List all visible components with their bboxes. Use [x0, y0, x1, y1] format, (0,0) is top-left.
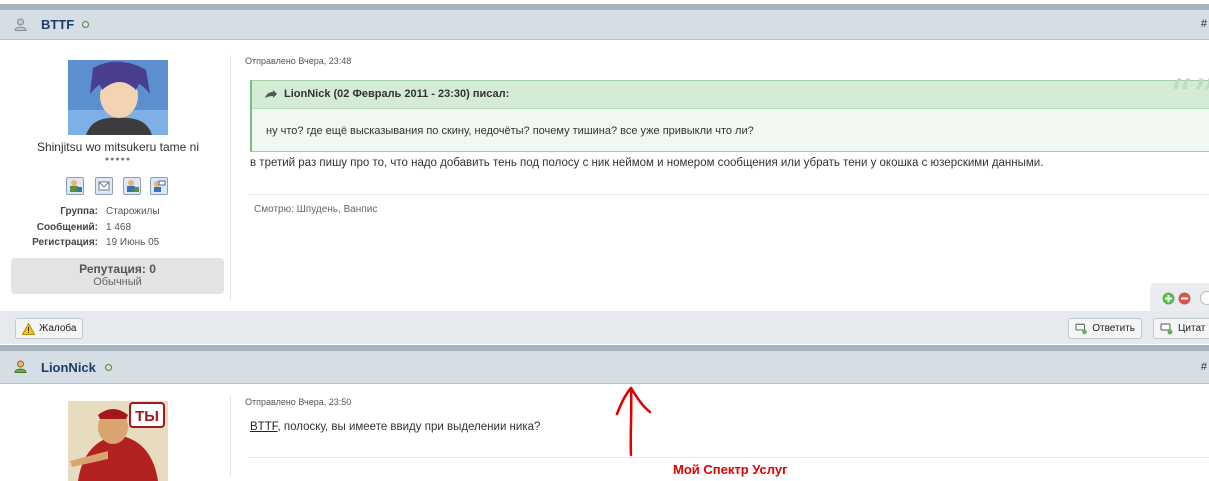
group-label: Группа:: [60, 206, 98, 217]
post-body-separator: [248, 194, 1209, 195]
username[interactable]: BTTF: [41, 17, 74, 32]
post-link[interactable]: #: [1201, 361, 1207, 373]
group-value: Старожилы: [106, 206, 160, 217]
rate-up-icon[interactable]: [1162, 292, 1175, 305]
quote-block: LionNick (02 Февраль 2011 - 23:30) писал…: [250, 73, 1209, 152]
post-divider: [230, 396, 231, 476]
rate-down-icon[interactable]: [1178, 292, 1191, 305]
user-info-panel: Shinjitsu wo mitsukeru tame ni ●●●●● Гру…: [0, 40, 231, 302]
post-link[interactable]: #: [1201, 18, 1207, 30]
rating-count-badge: [1200, 291, 1209, 305]
avatar-text: ТЫ: [135, 408, 159, 425]
rating-box: [1150, 283, 1209, 311]
annotation-text: Мой Спектр Услуг: [673, 462, 788, 477]
post-body: BTTF, полоску, вы имеете ввиду при выдел…: [250, 421, 540, 433]
post-header: BTTF #: [0, 10, 1209, 40]
user-mention-link[interactable]: BTTF: [250, 421, 277, 433]
user-icon: [14, 18, 27, 31]
warning-icon: [22, 322, 35, 335]
report-button[interactable]: Жалоба: [15, 318, 84, 339]
post-date: Отправлено Вчера, 23:48: [245, 56, 352, 66]
post-body-separator: [248, 457, 1209, 458]
reply-label: Ответить: [1092, 323, 1135, 334]
avatar[interactable]: ТЫ: [68, 401, 168, 481]
quote-reply-icon: [1160, 323, 1173, 334]
user-online-icon: [14, 360, 27, 373]
reply-button[interactable]: Ответить: [1068, 318, 1142, 339]
quote-mark-icon: “”: [1168, 69, 1209, 123]
online-status-icon: [105, 364, 112, 371]
post-footer-bar: [0, 311, 1209, 344]
post-header: LionNick #: [0, 351, 1209, 384]
online-status-icon: [82, 21, 89, 28]
posts-label: Сообщений:: [36, 222, 98, 233]
username[interactable]: LionNick: [41, 360, 96, 375]
viewers-text: Смотрю: Шпудень, Ванпис: [254, 204, 378, 215]
rank-pips: ●●●●●: [104, 156, 132, 163]
user-title: Shinjitsu wo mitsukeru tame ni: [36, 140, 200, 154]
quote-header: LionNick (02 Февраль 2011 - 23:30) писал…: [252, 73, 1209, 119]
annotation-arrow: [615, 386, 652, 457]
post-body: в третий раз пишу про то, что надо добав…: [250, 157, 1044, 169]
reputation-title: Репутация: 0: [79, 262, 156, 276]
reputation-box: Репутация: 0 Обычный: [11, 258, 224, 294]
post-divider: [230, 55, 231, 300]
user-action-icons: [66, 177, 176, 197]
message-icon[interactable]: [95, 177, 113, 195]
post-body-text: , полоску, вы имеете ввиду при выделении…: [277, 421, 541, 433]
posts-value: 1 468: [106, 222, 132, 233]
report-label: Жалоба: [39, 323, 77, 334]
quote-arrow-icon: [265, 90, 277, 98]
quote-text: ну что? где ещё высказывания по скину, н…: [266, 125, 754, 137]
registration-value: 19 Июнь 05: [106, 237, 160, 248]
search-posts-icon[interactable]: [150, 177, 168, 195]
reputation-value: Обычный: [93, 276, 142, 288]
profile-icon[interactable]: [66, 177, 84, 195]
reply-icon: [1075, 323, 1087, 334]
avatar[interactable]: [68, 60, 168, 135]
quote-label: Цитат: [1178, 323, 1206, 334]
registration-label: Регистрация:: [32, 237, 98, 248]
quote-button[interactable]: Цитат: [1153, 318, 1209, 339]
quote-author: LionNick (02 Февраль 2011 - 23:30) писал…: [284, 88, 510, 100]
post-date: Отправлено Вчера, 23:50: [245, 397, 352, 407]
add-friend-icon[interactable]: [123, 177, 141, 195]
